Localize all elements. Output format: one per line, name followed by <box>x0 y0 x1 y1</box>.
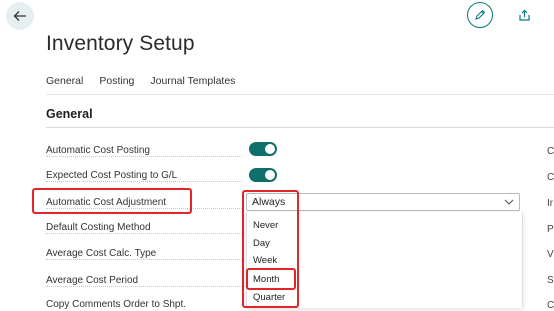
nav-divider <box>46 94 554 95</box>
highlight-box-dropdown <box>242 190 299 308</box>
highlight-box-month <box>246 268 296 290</box>
section-title[interactable]: General <box>46 107 93 121</box>
right-column-label: S <box>547 275 554 286</box>
average-cost-period-label: Average Cost Period <box>46 275 142 286</box>
right-column-label: Ir <box>547 198 554 209</box>
copy-comments-label: Copy Comments Order to Shpt. <box>46 299 190 310</box>
pencil-icon <box>475 9 486 20</box>
share-button[interactable] <box>514 5 534 25</box>
leader-dots <box>46 259 242 260</box>
expected-cost-posting-toggle[interactable] <box>249 168 277 182</box>
highlight-box-field-label <box>32 188 192 214</box>
page-nav: General Posting Journal Templates <box>46 75 235 87</box>
back-button[interactable] <box>6 2 34 30</box>
section-divider <box>46 127 554 128</box>
right-column-label: C <box>547 146 554 157</box>
tab-general[interactable]: General <box>46 75 83 87</box>
right-column-label: C <box>547 300 554 311</box>
arrow-left-icon <box>13 11 26 21</box>
leader-dots <box>46 156 242 157</box>
edit-button[interactable] <box>467 2 493 28</box>
automatic-cost-posting-toggle[interactable] <box>249 142 277 156</box>
tab-posting[interactable]: Posting <box>99 75 134 87</box>
leader-dots <box>46 181 242 182</box>
right-column-label: V <box>547 249 554 260</box>
chevron-down-icon <box>504 199 514 205</box>
leader-dots <box>46 286 242 287</box>
expected-cost-posting-label: Expected Cost Posting to G/L <box>46 170 181 181</box>
average-cost-calc-type-label: Average Cost Calc. Type <box>46 248 160 259</box>
right-column-label: C <box>547 172 554 183</box>
tab-journal-templates[interactable]: Journal Templates <box>150 75 235 87</box>
automatic-cost-posting-label: Automatic Cost Posting <box>46 145 153 156</box>
share-icon <box>518 9 530 21</box>
right-column-label: P <box>547 224 554 235</box>
leader-dots <box>46 233 242 234</box>
default-costing-method-label: Default Costing Method <box>46 222 154 233</box>
page-title: Inventory Setup <box>46 32 195 55</box>
